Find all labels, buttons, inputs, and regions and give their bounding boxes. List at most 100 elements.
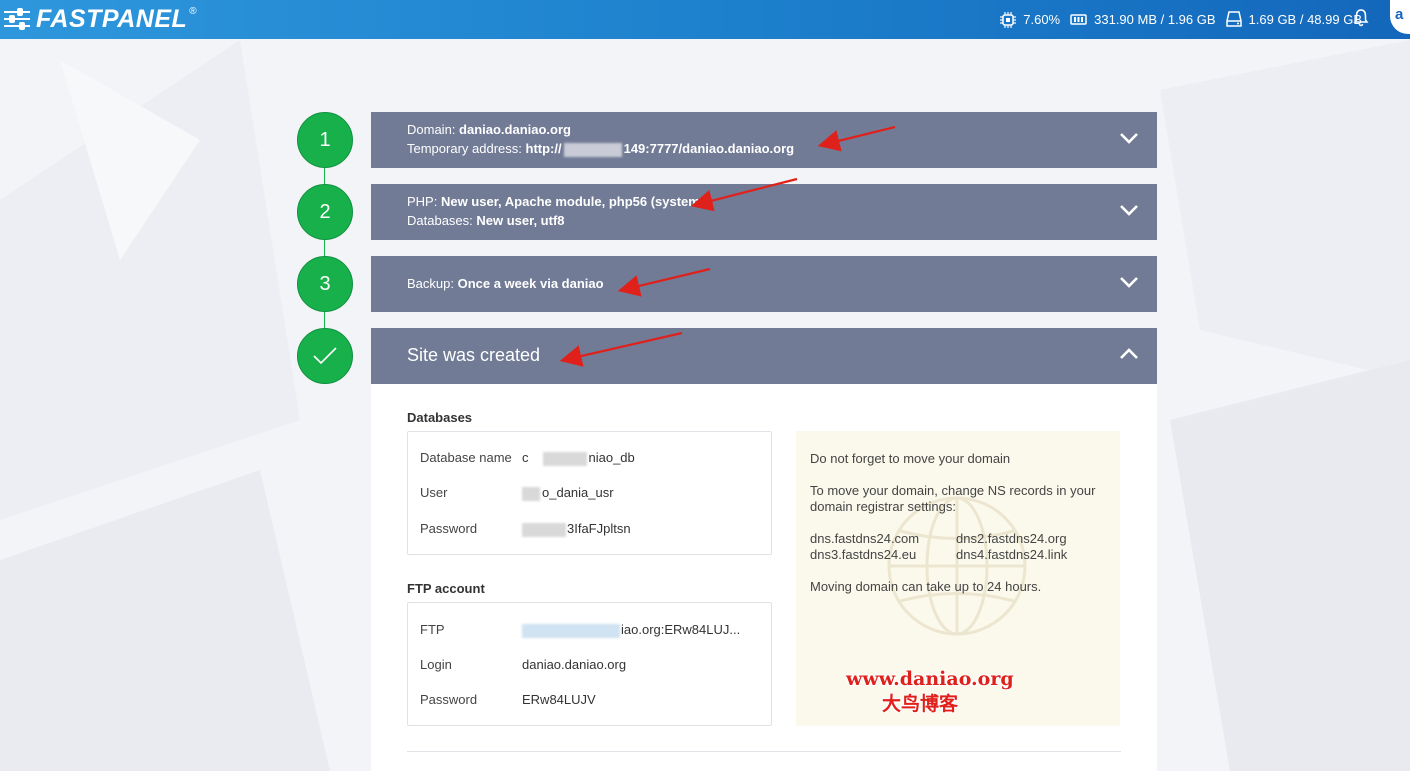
step-3-summary: Backup: Once a week via daniao (407, 274, 604, 293)
section-divider (407, 751, 1121, 752)
disk-value: 1.69 GB / 48.99 GB (1248, 12, 1362, 27)
redacted-text (522, 486, 540, 501)
steps-connector-line (324, 150, 325, 350)
memory-icon (1070, 13, 1087, 25)
row-key: User (420, 485, 448, 500)
row-value[interactable]: 3IfaFJpltsn (522, 521, 631, 537)
redacted-prefix: c (522, 450, 529, 465)
site-created-panel[interactable]: Site was created (371, 328, 1157, 384)
ftp-password-value[interactable]: ERw84LUJV (522, 692, 596, 707)
domain-label: Domain: (407, 122, 460, 137)
ram-stat: 331.90 MB / 1.96 GB (1070, 12, 1216, 27)
ns-record: dns2.fastdns24.org (956, 531, 1067, 546)
notice-propagation: Moving domain can take up to 24 hours. (810, 579, 1042, 594)
ftp-login-row: Login daniao.daniao.org (420, 657, 626, 672)
backup-value: Once a week via daniao (457, 276, 604, 291)
temporary-address-label: Temporary address: (407, 141, 526, 156)
step-1-panel[interactable]: Domain: daniao.daniao.org Temporary addr… (371, 112, 1157, 168)
ftp-row: FTP iao.org:ERw84LUJ... (420, 622, 740, 638)
logo-text: FASTPANEL (36, 4, 188, 33)
chevron-down-icon[interactable] (1119, 203, 1139, 217)
cpu-stat: 7.60% (1000, 11, 1061, 28)
database-password-value: 3IfaFJpltsn (567, 521, 631, 536)
site-created-title: Site was created (407, 345, 541, 365)
temporary-address-line: Temporary address: http:// 149:7777/dania… (407, 139, 794, 158)
chevron-down-icon[interactable] (1119, 131, 1139, 145)
row-key: Database name (420, 450, 512, 465)
row-key: Password (420, 521, 478, 536)
php-value: New user, Apache module, php56 (system (440, 194, 700, 209)
cpu-value: 7.60% (1023, 12, 1061, 27)
ns-record: dns.fastdns24.com (810, 531, 920, 546)
ftp-box: FTP iao.org:ERw84LUJ... Login daniao.dan… (407, 602, 772, 726)
databases-title: Databases (407, 410, 473, 425)
menu-sliders-icon (4, 8, 30, 30)
row-key: Password (420, 692, 478, 707)
notice-heading: Do not forget to move your domain (810, 451, 1011, 466)
disk-icon (1225, 11, 1242, 27)
user-initial: a (1395, 6, 1404, 23)
databases-value: New user, utf8 (476, 213, 565, 228)
php-label: PHP: (407, 194, 441, 209)
user-menu-button[interactable]: a (1390, 0, 1410, 34)
row-key: Login (420, 657, 452, 672)
chevron-down-icon[interactable] (1119, 275, 1139, 289)
step-3-panel[interactable]: Backup: Once a week via daniao (371, 256, 1157, 312)
php-line: PHP: New user, Apache module, php56 (sys… (407, 192, 700, 211)
step-2-summary: PHP: New user, Apache module, php56 (sys… (407, 192, 700, 230)
step-number: 2 (319, 200, 331, 223)
ram-value: 331.90 MB / 1.96 GB (1094, 12, 1216, 27)
database-name-row: Database name c niao_db (420, 450, 635, 466)
top-bar: FASTPANEL ® 7.60% 331.90 MB / 1.96 GB 1.… (0, 0, 1410, 39)
database-password-row: Password 3IfaFJpltsn (420, 521, 631, 537)
disk-stat: 1.69 GB / 48.99 GB (1225, 11, 1362, 28)
notifications-bell-icon[interactable] (1353, 8, 1369, 28)
databases-label: Databases: (407, 213, 477, 228)
redacted-text (542, 451, 587, 466)
row-key: FTP (420, 622, 445, 637)
backup-label: Backup: (407, 276, 458, 291)
database-user-row: User o_dania_usr (420, 485, 614, 501)
temporary-address-value: 149:7777/daniao.daniao.org (623, 141, 795, 156)
server-stats: 7.60% 331.90 MB / 1.96 GB 1.69 GB / 48.9… (990, 0, 1362, 39)
notice-instruction-2: domain registrar settings: (810, 499, 956, 514)
ns-record: dns4.fastdns24.link (956, 547, 1068, 562)
step-3-indicator: 3 (297, 256, 353, 312)
domain-value: daniao.daniao.org (459, 122, 571, 137)
temporary-address-prefix: http:// (525, 141, 562, 156)
backup-line: Backup: Once a week via daniao (407, 274, 604, 293)
site-details-card: Databases Database name c niao_db User o_… (371, 384, 1157, 771)
ftp-password-row: Password ERw84LUJV (420, 692, 596, 707)
watermark-url: www.daniao.org (846, 668, 1014, 690)
domain-move-notice: Do not forget to move your domain To mov… (796, 431, 1120, 726)
row-value[interactable]: c niao_db (522, 450, 635, 466)
notice-instruction-1: To move your domain, change NS records i… (810, 483, 1096, 498)
row-value[interactable]: o_dania_usr (522, 485, 614, 501)
checkmark-icon (313, 347, 337, 365)
step-1-summary: Domain: daniao.daniao.org Temporary addr… (407, 120, 794, 158)
step-complete-indicator (297, 328, 353, 384)
database-user-value: o_dania_usr (542, 485, 614, 500)
ftp-title: FTP account (407, 581, 485, 596)
step-number: 1 (319, 128, 331, 151)
redacted-text (522, 522, 566, 537)
cpu-icon (1000, 11, 1017, 28)
redacted-ip (563, 142, 622, 157)
watermark-chinese: 大鸟博客 (882, 694, 959, 715)
step-1-indicator: 1 (297, 112, 353, 168)
ns-record: dns3.fastdns24.eu (810, 547, 917, 562)
logo[interactable]: FASTPANEL ® (4, 4, 197, 34)
step-number: 3 (319, 272, 331, 295)
ftp-login-value[interactable]: daniao.daniao.org (522, 657, 626, 672)
chevron-up-icon[interactable] (1119, 347, 1139, 361)
registered-mark: ® (189, 6, 197, 17)
ftp-value: iao.org:ERw84LUJ... (621, 622, 741, 637)
ftp-link[interactable]: iao.org:ERw84LUJ... (522, 622, 740, 638)
domain-line: Domain: daniao.daniao.org (407, 120, 794, 139)
step-2-panel[interactable]: PHP: New user, Apache module, php56 (sys… (371, 184, 1157, 240)
database-name-value: niao_db (588, 450, 635, 465)
step-2-indicator: 2 (297, 184, 353, 240)
ns-records: dns.fastdns24.com dns2.fastdns24.org dns… (810, 531, 1116, 563)
databases-line: Databases: New user, utf8 (407, 211, 700, 230)
redacted-text (522, 623, 620, 638)
